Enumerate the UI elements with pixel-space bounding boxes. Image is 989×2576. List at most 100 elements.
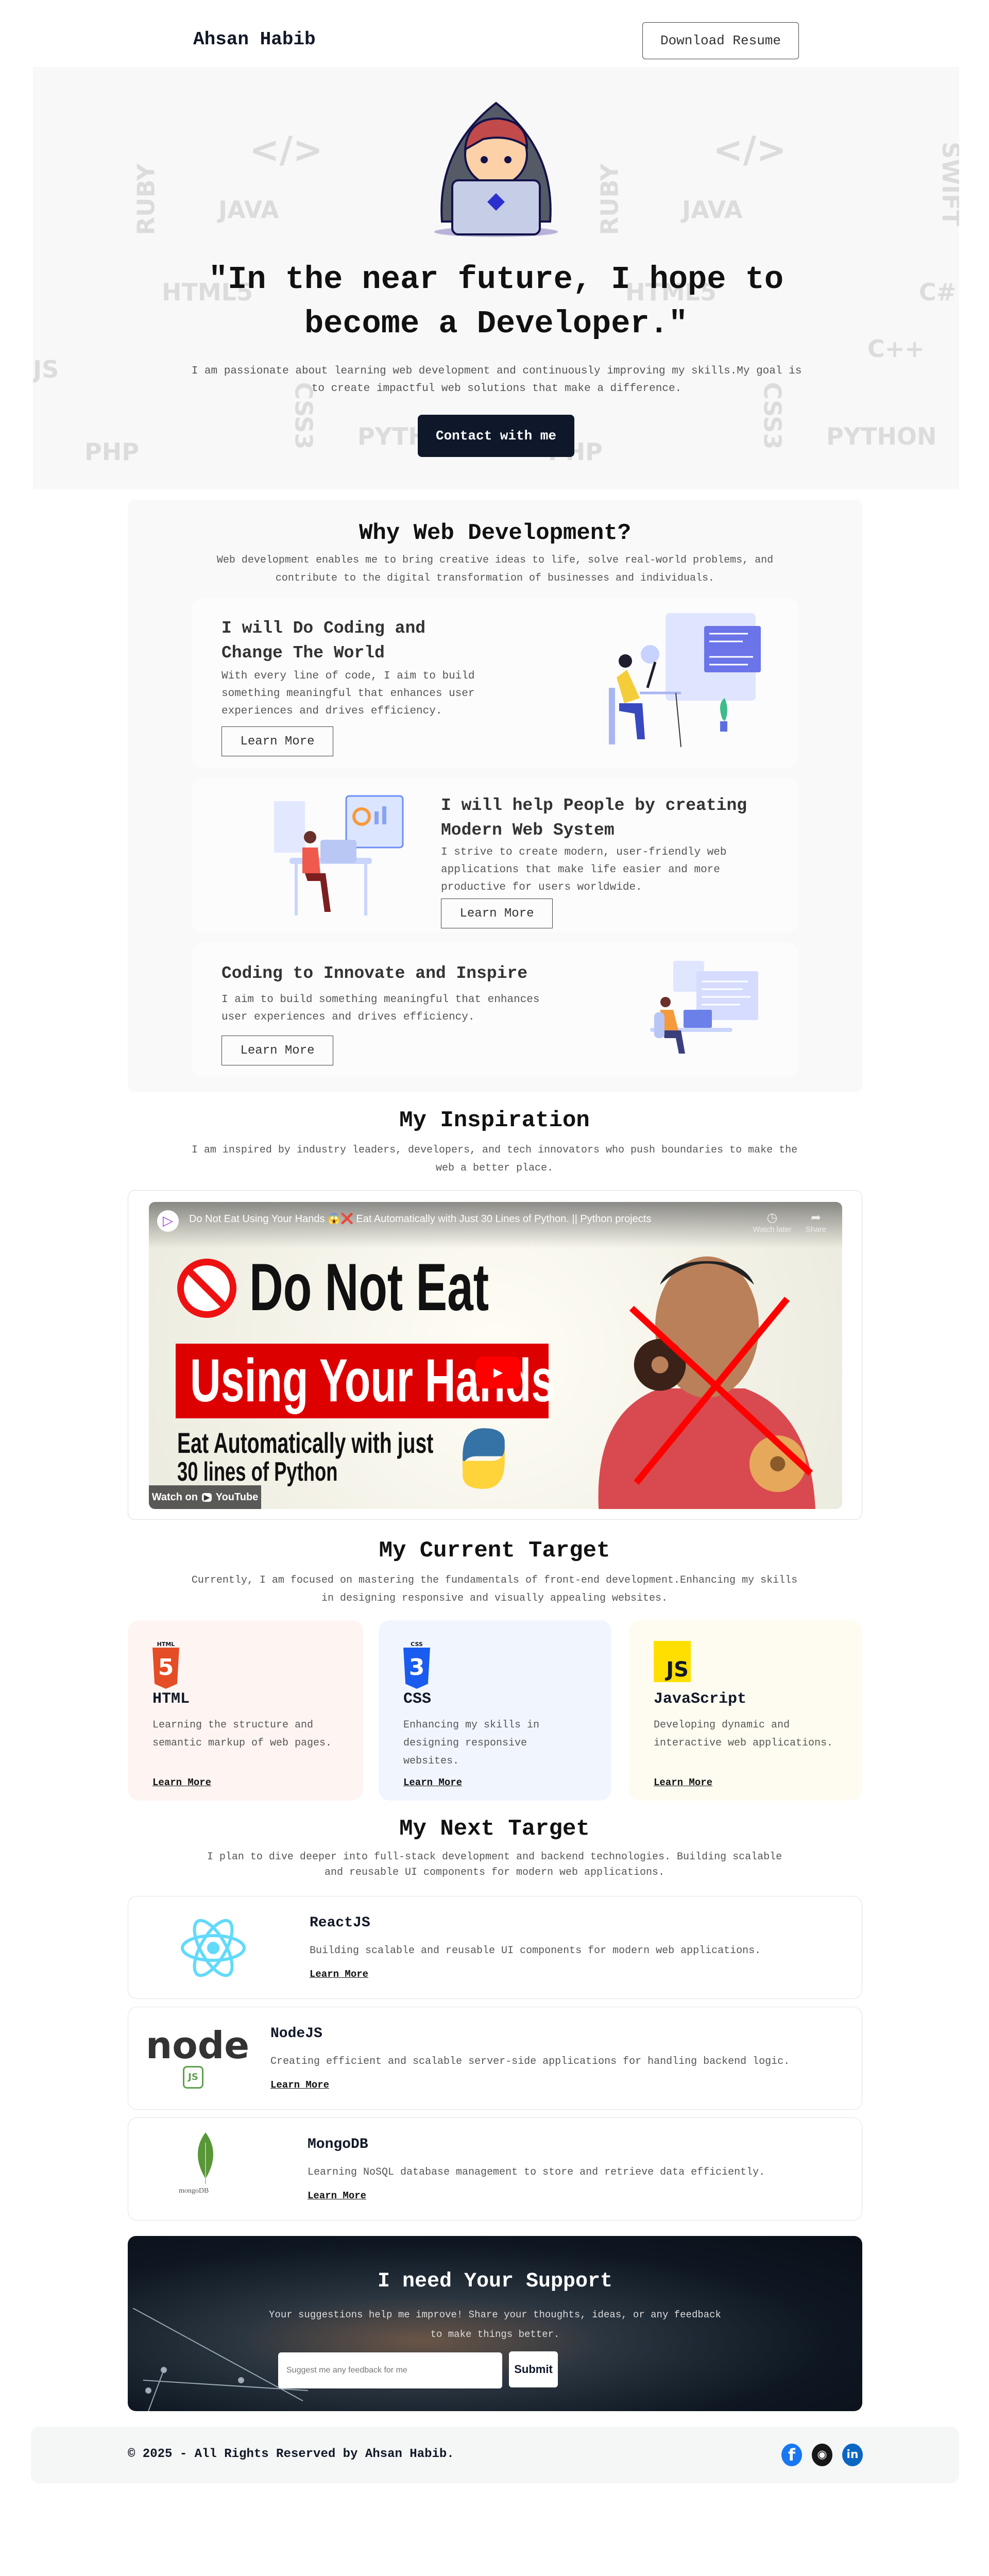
card-text: I aim to build something meaningful that… <box>221 994 540 1023</box>
footer: © 2025 - All Rights Reserved by Ahsan Ha… <box>31 2427 959 2483</box>
thumbnail-line-3: Eat Automatically with just <box>177 1427 434 1459</box>
nodejs-logo-icon: node <box>146 2024 250 2067</box>
card-text: Learning the structure and semantic mark… <box>152 1719 332 1749</box>
nodejs-js-badge-icon: JS <box>183 2066 203 2089</box>
doodle-text: </> <box>713 129 787 171</box>
section-paragraph: I plan to dive deeper into full-stack de… <box>207 1851 782 1878</box>
linkedin-icon[interactable]: in <box>842 2444 863 2466</box>
clock-icon: ◷ <box>766 1211 778 1225</box>
react-logo-icon <box>181 1919 246 1977</box>
card-title: NodeJS <box>270 2026 322 2042</box>
coding-illustration <box>609 613 761 748</box>
mongodb-leaf-icon <box>198 2132 213 2184</box>
doodle-text: PHP <box>84 438 139 466</box>
section-paragraph: Web development enables me to bring crea… <box>216 554 774 584</box>
thumbnail-line-4: 30 lines of Python <box>177 1457 338 1487</box>
learn-more-button[interactable]: Learn More <box>441 899 553 928</box>
learn-more-button[interactable]: Learn More <box>221 726 333 756</box>
youtube-label: YouTube <box>215 1491 259 1503</box>
target-card-html: HTML 5 HTML Learning the structure and se… <box>128 1620 363 1801</box>
next-card-react: ReactJS Building scalable and reusable U… <box>128 1896 862 1999</box>
thumbnail-line-1: Do Not Eat <box>249 1249 489 1325</box>
why-web-development-section: Why Web Development? Web development ena… <box>128 500 862 1092</box>
share-icon: ➦ <box>810 1211 822 1225</box>
why-card: I will Do Coding and Change The World Wi… <box>192 598 798 768</box>
hero-paragraph: I am passionate about learning web devel… <box>191 365 802 395</box>
python-logo-icon <box>463 1428 505 1489</box>
doodle-text: PYTHON <box>826 422 937 450</box>
youtube-video-player[interactable]: ▷ Do Not Eat Using Your Hands 😱❌ Eat Aut… <box>149 1202 842 1509</box>
mongodb-wordmark: mongoDB <box>179 2187 209 2195</box>
web-system-illustration <box>274 795 404 916</box>
card-title: I will help People by creating Modern We… <box>441 796 747 840</box>
section-paragraph: Currently, I am focused on mastering the… <box>191 1574 798 1604</box>
support-section: I need Your Support Your suggestions hel… <box>128 2236 862 2411</box>
thumbnail-person-image <box>598 1256 815 1509</box>
doodle-text: JAVA <box>218 196 279 224</box>
why-card: Coding to Innovate and Inspire I aim to … <box>192 943 798 1077</box>
hero-heading: "In the near future, I hope to become a … <box>208 261 784 342</box>
play-button[interactable]: ▶ <box>475 1357 521 1388</box>
learn-more-link[interactable]: Learn More <box>654 1777 712 1788</box>
copyright-text: © 2025 - All Rights Reserved by Ahsan Ha… <box>128 2447 454 2461</box>
learn-more-link[interactable]: Learn More <box>310 1969 368 1980</box>
card-text: I strive to create modern, user-friendly… <box>441 846 727 893</box>
section-title: Why Web Development? <box>359 520 632 546</box>
facebook-icon[interactable]: f <box>781 2444 802 2466</box>
card-text: Enhancing my skills in designing respons… <box>403 1719 540 1767</box>
card-title: CSS <box>403 1690 432 1708</box>
doodle-text: JAVA <box>682 196 743 224</box>
doodle-text: RUBY <box>595 163 624 235</box>
feedback-input[interactable] <box>278 2352 502 2388</box>
card-title: I will Do Coding and Change The World <box>221 619 426 663</box>
video-title[interactable]: Do Not Eat Using Your Hands 😱❌ Eat Autom… <box>189 1212 651 1225</box>
submit-button[interactable]: Submit <box>509 2351 558 2387</box>
javascript-icon: JS <box>654 1641 691 1682</box>
developer-avatar-illustration <box>434 101 558 237</box>
card-text: Creating efficient and scalable server-s… <box>270 2056 790 2067</box>
section-title: My Next Target <box>399 1816 590 1842</box>
card-title: ReactJS <box>310 1915 370 1931</box>
card-title: JavaScript <box>654 1690 747 1708</box>
learn-more-link[interactable]: Learn More <box>403 1777 462 1788</box>
learn-more-link[interactable]: Learn More <box>270 2079 329 2091</box>
contact-button[interactable]: Contact with me <box>418 415 574 457</box>
watch-later-button[interactable]: ◷ Watch later <box>752 1210 793 1234</box>
youtube-logo-icon: ▶ <box>201 1493 212 1502</box>
channel-avatar-icon[interactable]: ▷ <box>157 1210 179 1232</box>
section-title: My Inspiration <box>399 1108 590 1133</box>
share-button[interactable]: ➦ Share <box>800 1210 831 1234</box>
video-embed-frame: ▷ Do Not Eat Using Your Hands 😱❌ Eat Aut… <box>128 1190 862 1520</box>
card-text: Developing dynamic and interactive web a… <box>654 1719 833 1749</box>
card-text: Building scalable and reusable UI compon… <box>310 1945 761 1957</box>
learn-more-button[interactable]: Learn More <box>221 1036 333 1065</box>
support-title: I need Your Support <box>377 2270 613 2293</box>
card-text: With every line of code, I aim to build … <box>221 670 475 717</box>
next-card-mongodb: mongoDB MongoDB Learning NoSQL database … <box>128 2117 862 2221</box>
section-title: My Current Target <box>379 1538 610 1564</box>
no-eating-icon <box>177 1259 236 1318</box>
doodle-text: </> <box>249 129 323 171</box>
card-text: Learning NoSQL database management to st… <box>308 2166 765 2178</box>
section-paragraph: I am inspired by industry leaders, devel… <box>191 1144 798 1174</box>
learn-more-link[interactable]: Learn More <box>152 1777 211 1788</box>
brand-name[interactable]: Ahsan Habib <box>193 29 316 50</box>
target-card-javascript: JS JavaScript Developing dynamic and int… <box>629 1620 862 1801</box>
watch-on-label: Watch on <box>151 1491 198 1503</box>
learn-more-link[interactable]: Learn More <box>308 2190 366 2201</box>
download-resume-button[interactable]: Download Resume <box>642 22 799 59</box>
github-icon[interactable]: ◉ <box>812 2444 832 2466</box>
innovate-illustration <box>650 961 758 1054</box>
doodle-text: RUBY <box>132 163 160 235</box>
doodle-text: JS <box>33 355 59 383</box>
card-title: HTML <box>152 1690 190 1708</box>
html5-icon: HTML 5 <box>152 1641 179 1689</box>
doodle-text: SWIFT <box>936 142 959 226</box>
css3-icon: CSS 3 <box>403 1641 430 1689</box>
watch-on-youtube-link[interactable]: Watch on ▶ YouTube <box>149 1485 261 1509</box>
why-card: I will help People by creating Modern We… <box>192 778 798 933</box>
card-title: MongoDB <box>308 2137 368 2153</box>
next-card-node: node JS NodeJS Creating efficient and sc… <box>128 2007 862 2110</box>
hero-section: JAVA JAVA PHP PHP </> </> RUBY RUBY HTML… <box>33 67 959 489</box>
target-card-css: CSS 3 CSS Enhancing my skills in designin… <box>379 1620 611 1801</box>
